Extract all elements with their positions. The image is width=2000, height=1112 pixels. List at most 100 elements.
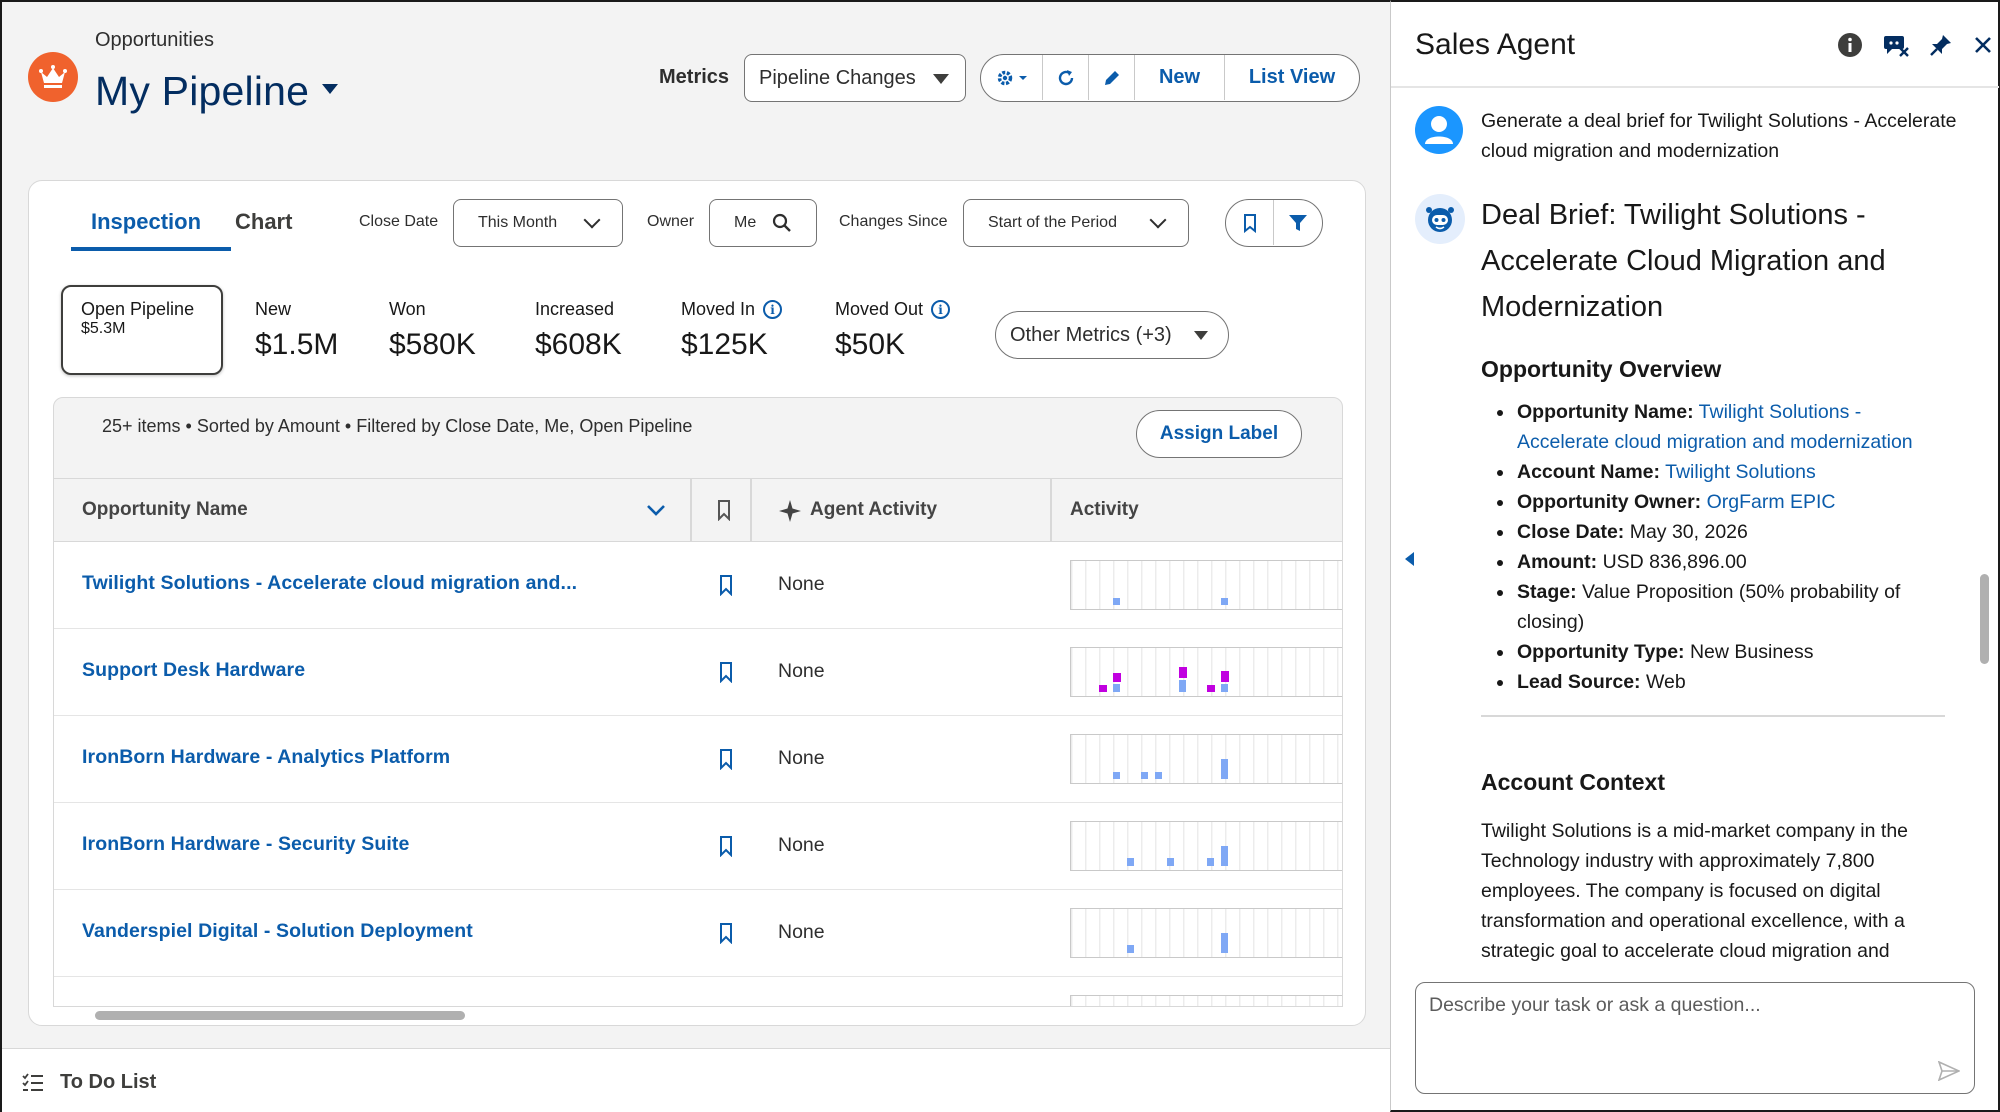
deal-brief-title: Deal Brief: Twilight Solutions - Acceler… [1481, 199, 1886, 323]
collapse-panel-icon[interactable] [1405, 552, 1414, 566]
activity-bar [1127, 945, 1134, 953]
sparkle-icon [779, 500, 801, 522]
bookmark-icon[interactable] [718, 748, 734, 770]
bookmark-icon[interactable] [718, 835, 734, 857]
user-icon [1425, 116, 1453, 144]
filter-icon [1289, 214, 1307, 231]
settings-button[interactable] [981, 55, 1043, 100]
todo-list-button[interactable]: To Do List [60, 1071, 156, 1094]
activity-sparkline [1070, 821, 1342, 871]
owner-link[interactable]: OrgFarm EPIC [1707, 491, 1836, 513]
metrics-select[interactable]: Pipeline Changes [744, 54, 966, 102]
metric-moved-in[interactable]: Moved In i $125K [681, 299, 783, 362]
list-item: Amount: USD 836,896.00 [1497, 547, 1951, 577]
metric-moved-out[interactable]: Moved Out i $50K [835, 299, 951, 362]
owner-select[interactable]: Me [709, 199, 817, 247]
list-item: Close Date: May 30, 2026 [1497, 517, 1951, 547]
metric-label: Moved Out i [835, 299, 951, 320]
sales-agent-panel: Sales Agent Generate a deal brief for Tw… [1390, 0, 2000, 1112]
changes-since-select[interactable]: Start of the Period [963, 199, 1189, 247]
bookmark-icon[interactable] [716, 499, 732, 521]
column-activity[interactable]: Activity [1070, 479, 1139, 541]
bookmark-button[interactable] [1226, 200, 1275, 245]
opportunity-link[interactable]: Twilight Solutions - Accelerate cloud mi… [82, 572, 577, 595]
agent-activity-value: None [778, 921, 825, 943]
pin-icon[interactable] [1929, 33, 1953, 57]
info-icon[interactable]: i [763, 300, 783, 319]
activity-bar [1221, 846, 1228, 866]
list-item: Opportunity Owner: OrgFarm EPIC [1497, 487, 1951, 517]
close-icon[interactable] [1973, 35, 1993, 55]
activity-bar [1141, 772, 1148, 779]
column-opportunity-name[interactable]: Opportunity Name [82, 479, 248, 541]
metric-won[interactable]: Won $580K [389, 299, 476, 362]
tab-chart[interactable]: Chart [235, 209, 292, 235]
edit-button[interactable] [1089, 55, 1135, 100]
account-name-link[interactable]: Twilight Solutions [1665, 461, 1816, 483]
activity-bar [1113, 673, 1121, 682]
activity-sparkline [1070, 734, 1342, 784]
activity-bar [1127, 858, 1134, 866]
opportunity-link[interactable]: IronBorn Hardware - Security Suite [82, 833, 409, 856]
assign-label-button[interactable]: Assign Label [1136, 410, 1302, 458]
list-item: Opportunity Type: New Business [1497, 637, 1951, 667]
refresh-button[interactable] [1043, 55, 1089, 100]
owner-label: Owner [647, 213, 695, 230]
info-icon[interactable] [1837, 32, 1863, 58]
robot-icon [1426, 207, 1454, 232]
list-item: Lead Source: Web [1497, 667, 1951, 697]
other-metrics-dropdown[interactable]: Other Metrics (+3) [995, 311, 1229, 359]
active-tab-indicator [71, 247, 231, 251]
column-agent-activity[interactable]: Agent Activity [810, 479, 937, 541]
bookmark-icon[interactable] [718, 661, 734, 683]
refresh-icon [1058, 69, 1073, 85]
metric-label-text: Moved Out [835, 299, 924, 319]
bookmark-icon[interactable] [718, 574, 734, 596]
horizontal-scrollbar[interactable] [95, 1011, 465, 1020]
agent-activity-value: None [778, 747, 825, 769]
field-key: Amount: [1517, 551, 1598, 573]
opportunity-link[interactable]: IronBorn Hardware - Analytics Platform [82, 746, 450, 769]
table-header: Opportunity Name Agent Activity Activity [54, 478, 1342, 542]
metric-new[interactable]: New $1.5M [255, 299, 338, 362]
info-icon[interactable]: i [931, 300, 951, 319]
filter-button[interactable] [1274, 200, 1322, 245]
metrics-select-value: Pipeline Changes [759, 66, 916, 89]
title-dropdown-icon[interactable] [322, 84, 338, 94]
activity-bar [1179, 667, 1187, 678]
agent-feedback-icon[interactable] [1883, 33, 1909, 57]
chat-input[interactable] [1417, 984, 1937, 1084]
agent-response: Deal Brief: Twilight Solutions - Acceler… [1481, 192, 1951, 962]
table-body: Twilight Solutions - Accelerate cloud mi… [54, 542, 1342, 1006]
list-view-button[interactable]: List View [1225, 55, 1359, 100]
activity-sparkline [1070, 995, 1342, 1006]
dropdown-caret-icon [1194, 331, 1208, 340]
metric-increased[interactable]: Increased $608K [535, 299, 622, 362]
activity-sparkline [1070, 908, 1342, 958]
activity-bar [1221, 598, 1228, 605]
metric-value: $50K [835, 328, 906, 361]
activity-bar [1179, 680, 1186, 692]
table-row: Support Desk Hardware None [54, 629, 1342, 716]
column-divider [690, 479, 692, 541]
opportunity-link[interactable]: Support Desk Hardware [82, 659, 305, 682]
close-date-select[interactable]: This Month [453, 199, 623, 247]
account-context-text: Twilight Solutions is a mid-market compa… [1481, 819, 1909, 962]
page-title[interactable]: My Pipeline [95, 68, 309, 115]
activity-bar [1113, 598, 1120, 605]
vertical-scrollbar[interactable] [1980, 574, 1989, 664]
other-metrics-label: Other Metrics (+3) [1010, 323, 1172, 346]
tab-inspection[interactable]: Inspection [91, 209, 201, 235]
new-button[interactable]: New [1135, 55, 1225, 100]
metric-open-pipeline[interactable]: Open Pipeline $5.3M [61, 285, 223, 375]
bookmark-icon[interactable] [718, 922, 734, 944]
changes-since-value: Start of the Period [988, 214, 1117, 231]
chevron-down-icon[interactable] [646, 503, 666, 517]
column-divider [750, 479, 752, 541]
chevron-down-icon [583, 211, 601, 229]
activity-bar [1221, 759, 1228, 779]
list-item: Opportunity Name: Twilight Solutions - A… [1497, 397, 1951, 457]
opportunity-link[interactable]: Vanderspiel Digital - Solution Deploymen… [82, 920, 473, 943]
send-icon[interactable] [1938, 1061, 1960, 1081]
pencil-icon [1104, 70, 1119, 85]
